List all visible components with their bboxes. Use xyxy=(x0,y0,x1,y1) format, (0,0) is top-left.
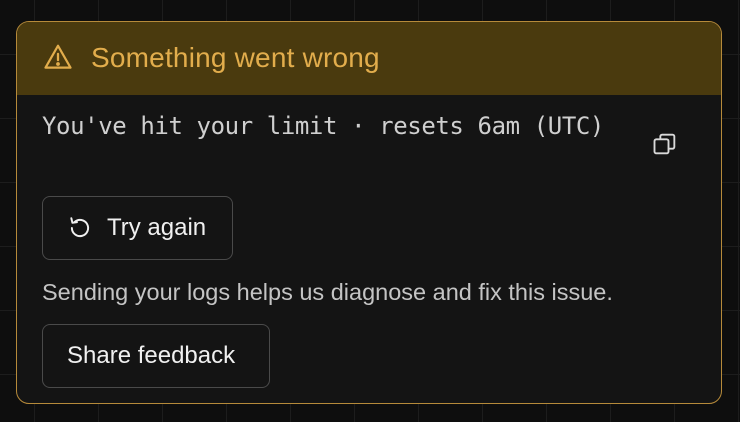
error-title: Something went wrong xyxy=(91,41,380,73)
refresh-icon xyxy=(70,217,90,238)
share-feedback-button[interactable]: Share feedback xyxy=(42,324,270,388)
share-feedback-label: Share feedback xyxy=(67,342,236,369)
warning-triangle-icon xyxy=(44,44,72,69)
error-header: Something went wrong xyxy=(17,22,721,95)
error-message: You've hit your limit · resets 6am (UTC) xyxy=(42,112,604,140)
try-again-button[interactable]: Try again xyxy=(42,196,233,260)
feedback-hint: Sending your logs helps us diagnose and … xyxy=(42,279,613,305)
copy-icon[interactable] xyxy=(651,130,679,158)
error-card: Something went wrong You've hit your lim… xyxy=(16,21,722,404)
try-again-label: Try again xyxy=(107,214,207,241)
